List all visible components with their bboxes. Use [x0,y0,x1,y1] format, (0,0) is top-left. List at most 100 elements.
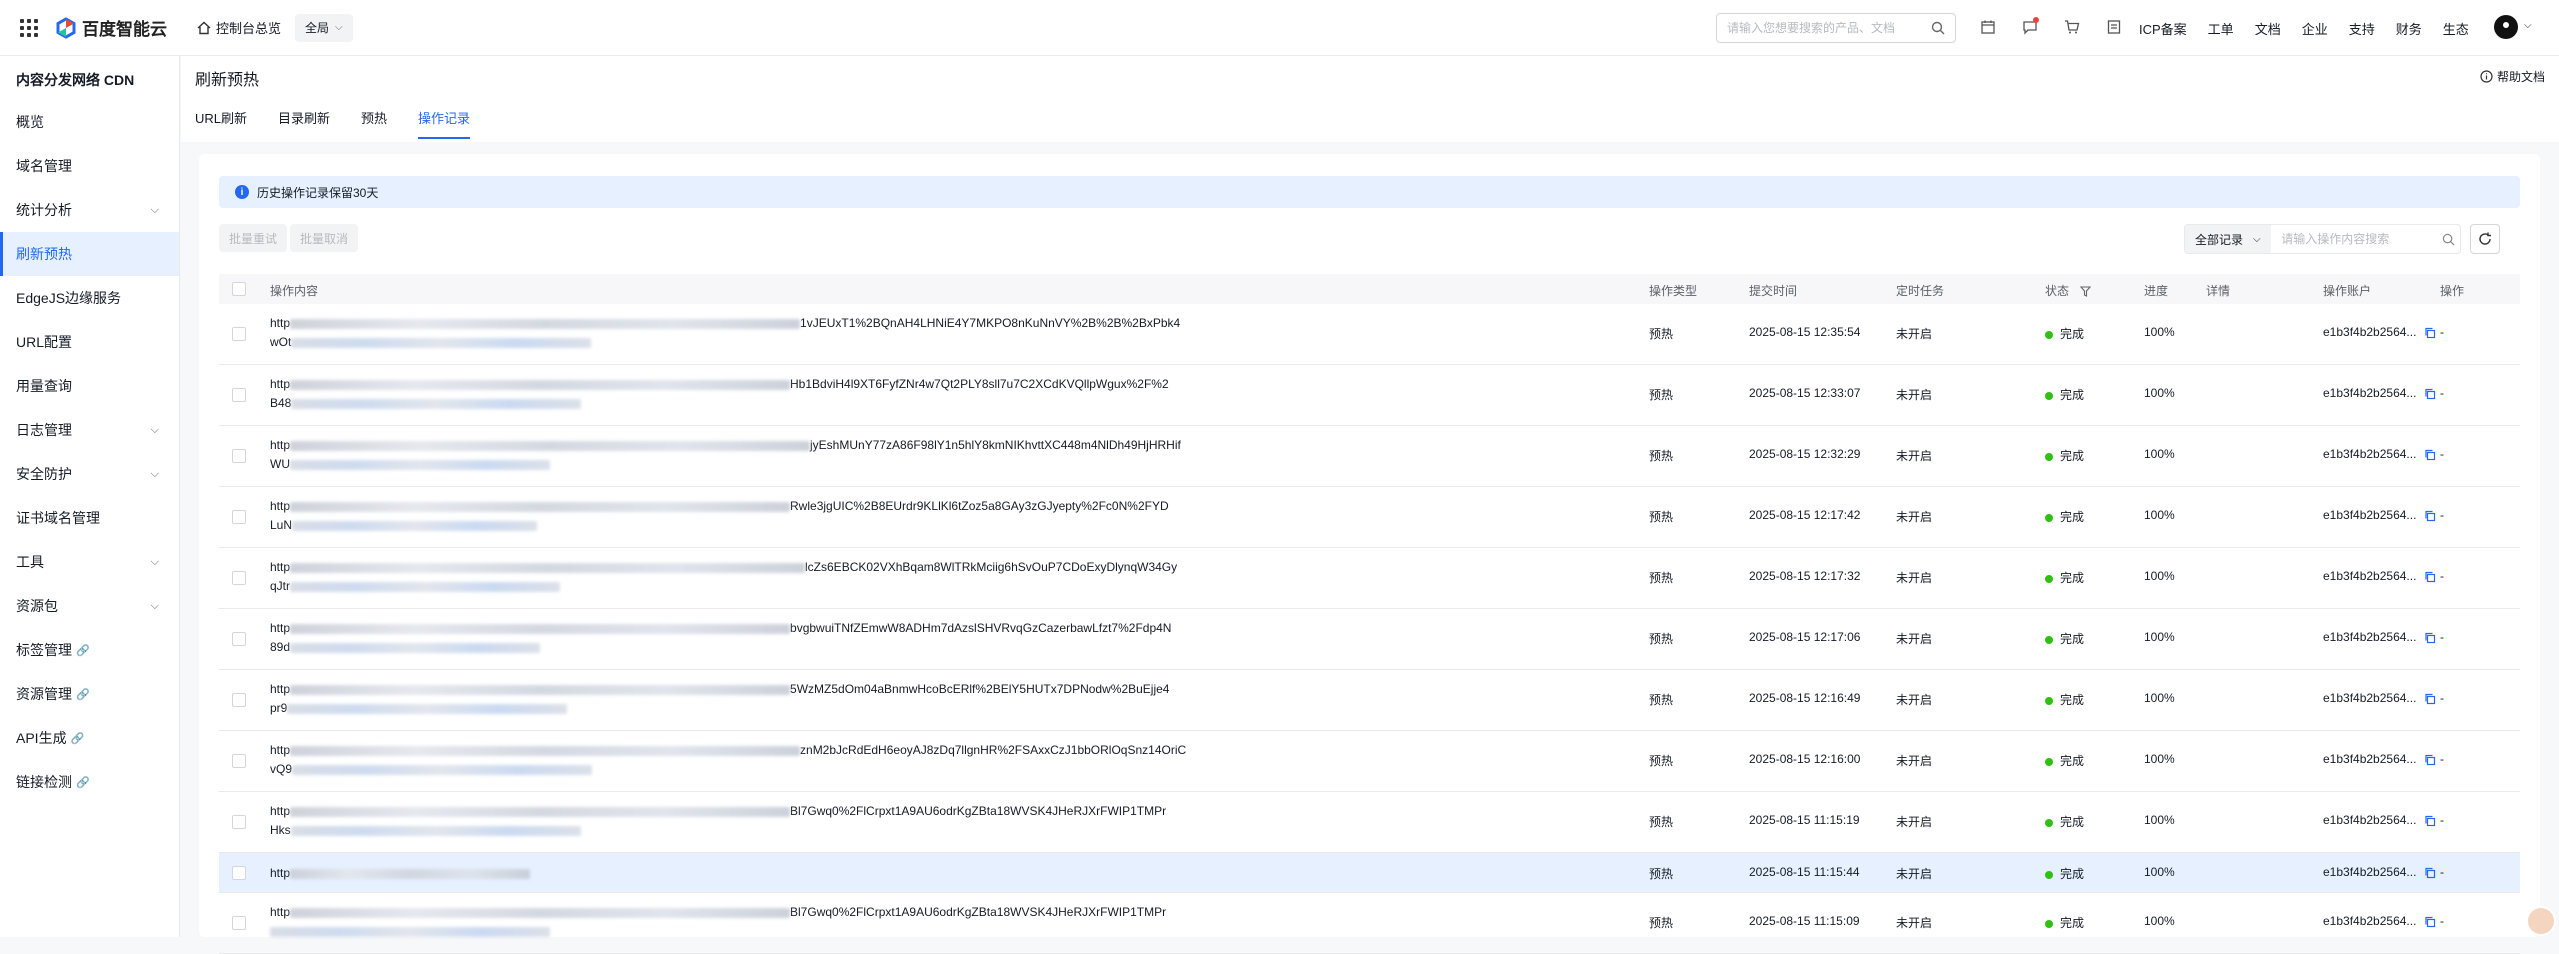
table-row[interactable]: http 1vJEUxT1%2BQnAH4LHNiE4Y7MKPO8nKuNnVY… [219,304,2520,365]
top-link-support[interactable]: 支持 [2349,19,2375,38]
top-link-icp[interactable]: ICP备案 [2139,19,2187,38]
search-icon[interactable] [2436,225,2460,253]
sidebar-item-package[interactable]: 资源包 ⌵ [0,584,179,628]
batch-cancel-button[interactable]: 批量取消 [290,224,359,252]
copy-icon[interactable] [2424,571,2436,583]
filter-icon[interactable] [2080,286,2092,298]
row-checkbox[interactable] [232,510,246,524]
row-checkbox[interactable] [232,866,246,880]
cart-icon[interactable] [2062,16,2082,38]
user-avatar[interactable] [2494,15,2518,39]
sidebar-item-refresh[interactable]: 刷新预热 [0,232,179,276]
select-all-checkbox[interactable] [232,282,246,296]
calendar-icon[interactable] [1978,16,1998,38]
row-checkbox[interactable] [232,693,246,707]
top-link-enterprise[interactable]: 企业 [2302,19,2328,38]
copy-icon[interactable] [2424,388,2436,400]
status-cell: 完成 [2045,752,2084,769]
row-checkbox[interactable] [232,632,246,646]
sidebar-item-link-check[interactable]: 链接检测 🔗 [0,760,179,804]
header-status: 状态 [2045,282,2092,299]
row-checkbox[interactable] [232,327,246,341]
external-link-icon: 🔗 [76,644,90,657]
top-link-ecosystem[interactable]: 生态 [2443,19,2469,38]
record-search-input[interactable] [2271,225,2437,253]
sidebar-item-url-config[interactable]: URL配置 [0,320,179,364]
sidebar-item-overview[interactable]: 概览 [0,100,179,144]
table-row[interactable]: http bvgbwuiTNfZEmwW8ADHm7dAzslSHVRvqGzCa… [219,609,2520,670]
sidebar-item-usage[interactable]: 用量查询 [0,364,179,408]
search-icon[interactable] [1931,21,1945,35]
table-row[interactable]: http jyEshMUnY77zA86F98lY1n5hlY8kmNIKhvtt… [219,426,2520,487]
copy-icon[interactable] [2424,449,2436,461]
sidebar-item-resources[interactable]: 资源管理 🔗 [0,672,179,716]
copy-icon[interactable] [2424,754,2436,766]
progress-cell: 100% [2144,325,2175,339]
billing-icon[interactable] [2104,16,2124,38]
sidebar-item-domain[interactable]: 域名管理 [0,144,179,188]
global-search-input[interactable] [1727,21,1931,35]
region-select[interactable]: 全局 ⌵ [295,13,353,42]
top-link-finance[interactable]: 财务 [2396,19,2422,38]
row-checkbox[interactable] [232,815,246,829]
copy-icon[interactable] [2424,916,2436,928]
refresh-button[interactable] [2470,224,2500,254]
tab-url-refresh[interactable]: URL刷新 [195,108,247,139]
sidebar-item-edgejs[interactable]: EdgeJS边缘服务 [0,276,179,320]
table-row[interactable]: http Bl7Gwq0%2FlCrpxt1A9AU6odrKgZBta18WVS… [219,893,2520,954]
support-avatar[interactable] [2526,906,2556,936]
tab-operation-log[interactable]: 操作记录 [418,108,471,139]
help-docs-link[interactable]: 帮助文档 [2480,68,2545,85]
table-row[interactable]: http Rwle3jgUIC%2B8EUrdr9KLlKl6tZoz5a8GAy… [219,487,2520,548]
batch-retry-button[interactable]: 批量重试 [219,224,288,252]
table-row[interactable]: http 5WzMZ5dOm04aBnmwHcoBcERlf%2BElY5HUTx… [219,670,2520,731]
top-link-ticket[interactable]: 工单 [2208,19,2234,38]
record-filter: 全部记录 ⌵ [2184,224,2461,254]
progress-cell: 100% [2144,914,2175,928]
record-type-select[interactable]: 全部记录 ⌵ [2185,225,2272,253]
copy-icon[interactable] [2424,867,2436,879]
operation-content: http jyEshMUnY77zA86F98lY1n5hlY8kmNIKhvtt… [270,436,1350,474]
row-checkbox[interactable] [232,571,246,585]
table-row[interactable]: http lcZs6EBCK02VXhBqam8WlTRkMciig6hSvOuP… [219,548,2520,609]
tab-dir-refresh[interactable]: 目录刷新 [278,108,330,139]
row-checkbox[interactable] [232,449,246,463]
table-row[interactable]: http Hb1BdviH4l9XT6FyfZNr4w7Qt2PLY8sll7u7… [219,365,2520,426]
top-link-docs[interactable]: 文档 [2255,19,2281,38]
sidebar-item-logs[interactable]: 日志管理 ⌵ [0,408,179,452]
sidebar-item-stats[interactable]: 统计分析 ⌵ [0,188,179,232]
app-grid-icon[interactable] [19,18,39,38]
copy-icon[interactable] [2424,693,2436,705]
copy-icon[interactable] [2424,632,2436,644]
table-row[interactable]: http znM2bJcRdEdH6eoyAJ8zDq7llgnHR%2FSAxx… [219,731,2520,792]
sidebar-item-cert[interactable]: 证书域名管理 [0,496,179,540]
message-icon[interactable] [2020,16,2040,38]
copy-icon[interactable] [2424,815,2436,827]
sidebar-item-tools[interactable]: 工具 ⌵ [0,540,179,584]
table-row[interactable]: http Bl7Gwq0%2FlCrpxt1A9AU6odrKgZBta18WVS… [219,792,2520,853]
records-table: 操作内容 操作类型 提交时间 定时任务 状态 进度 详情 操作账户 操作 htt… [219,274,2520,954]
chevron-down-icon[interactable]: ⌵ [2524,20,2532,31]
global-search[interactable] [1716,13,1956,43]
submit-time: 2025-08-15 12:17:06 [1749,630,1861,644]
logo[interactable]: 百度智能云 [55,15,167,40]
table-row[interactable]: http 预热 2025-08-15 11:15:44 未开启 完成 100% … [219,853,2520,893]
row-checkbox[interactable] [232,388,246,402]
sidebar-item-tags[interactable]: 标签管理 🔗 [0,628,179,672]
sidebar-item-security[interactable]: 安全防护 ⌵ [0,452,179,496]
row-checkbox[interactable] [232,916,246,930]
content-prefix-2: WU [270,457,290,471]
content-prefix: http [270,866,291,880]
sidebar-item-api[interactable]: API生成 🔗 [0,716,179,760]
copy-icon[interactable] [2424,327,2436,339]
status-cell: 完成 [2045,630,2084,647]
chevron-down-icon: ⌵ [150,467,159,480]
tab-prefetch[interactable]: 预热 [361,108,387,139]
scheduled-task: 未开启 [1896,693,1933,707]
table-body: http 1vJEUxT1%2BQnAH4LHNiE4Y7MKPO8nKuNnVY… [219,304,2520,954]
console-home-link[interactable]: 控制台总览 [197,18,281,37]
copy-icon[interactable] [2424,510,2436,522]
submit-time: 2025-08-15 12:17:32 [1749,569,1861,583]
redacted-text [290,868,531,879]
row-checkbox[interactable] [232,754,246,768]
